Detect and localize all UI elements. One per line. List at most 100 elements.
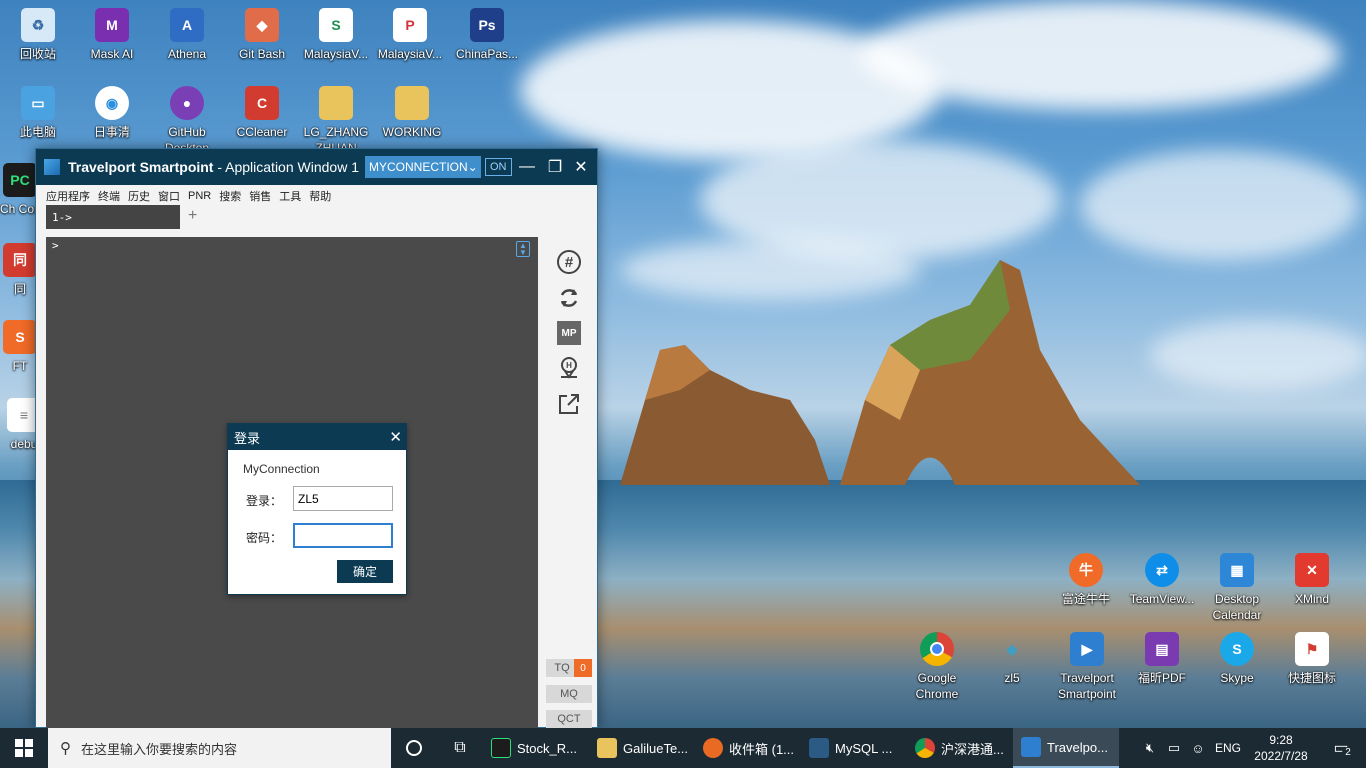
menu-item-pnr[interactable]: PNR (188, 190, 211, 202)
start-button[interactable] (0, 728, 48, 768)
shortcut-icon: ⚑ (1295, 632, 1329, 666)
foxit-icon: ▤ (1145, 632, 1179, 666)
task-view-button[interactable]: ⧉ (437, 728, 483, 768)
qq-icon[interactable]: ☺ (1186, 741, 1210, 756)
minimize-button[interactable]: — (513, 149, 541, 185)
thunderbird-icon (703, 738, 723, 758)
username-input[interactable]: ZL5 (293, 486, 393, 511)
external-link-icon[interactable] (556, 391, 582, 417)
pdf-file-icon: P (393, 8, 427, 42)
taskbar-search[interactable]: ⚲ 在这里输入你要搜索的内容 (48, 728, 391, 768)
menu-item-sales[interactable]: 销售 (249, 188, 271, 204)
window-title: Travelport Smartpoint - Application Wind… (68, 159, 359, 175)
folder-icon (319, 86, 353, 120)
confirm-button[interactable]: 确定 (337, 560, 393, 583)
tq-button[interactable]: TQ 0 (546, 659, 592, 677)
desktop-icon-rishiqing[interactable]: ◉ 日事清 (74, 86, 150, 140)
desktop-icon-xmind[interactable]: ✕ XMind (1274, 553, 1350, 607)
desktop-icon-skype[interactable]: S Skype (1199, 632, 1275, 686)
terminal-prompt: > (52, 239, 59, 252)
cortana-button[interactable] (391, 728, 437, 768)
language-indicator[interactable]: ENG (1210, 741, 1246, 755)
menu-bar: 应用程序 终端 历史 窗口 PNR 搜索 销售 工具 帮助 (36, 185, 597, 207)
mp-icon[interactable]: MP (557, 321, 581, 345)
desktop-icon-athena[interactable]: A Athena (149, 8, 225, 62)
notification-count: 2 (1342, 747, 1354, 759)
taskbar-app-folder[interactable]: GaliluеTe... (589, 728, 695, 768)
futu-icon: 牛 (1069, 553, 1103, 587)
tool-sidebar: # MP H (548, 249, 590, 427)
password-input[interactable] (293, 523, 393, 548)
minimize-icon: — (519, 158, 535, 175)
desktop-icon-this-pc[interactable]: ▭ 此电脑 (0, 86, 76, 140)
chrome-icon (920, 632, 954, 666)
search-icon: ⚲ (60, 740, 71, 757)
taskbar-app-mail[interactable]: 收件箱 (1... (695, 728, 801, 768)
desktop-icon-malaysia-excel[interactable]: S MalaysiaV... (298, 8, 374, 62)
desktop-icon-github-desktop[interactable]: ● GitHub Desktop (149, 86, 225, 156)
tq-count-badge: 0 (574, 659, 592, 677)
qct-button[interactable]: QCT (546, 710, 592, 728)
system-tray: 🔇︎ ▭ ☺ ENG 9:28 2022/7/28 ▭ 2 (1138, 728, 1366, 768)
desktop-icon-folder-working[interactable]: WORKING (374, 86, 450, 140)
mq-button[interactable]: MQ (546, 685, 592, 703)
login-dialog-title[interactable]: 登录 (228, 424, 406, 450)
menu-item-search[interactable]: 搜索 (219, 188, 241, 204)
close-icon: ✕ (574, 159, 588, 176)
desktop-icon-zl5[interactable]: ◈ zl5 (974, 632, 1050, 686)
cortana-icon (406, 740, 422, 756)
taskbar-app-stock[interactable]: Stock_R... (483, 728, 589, 768)
refresh-icon[interactable] (556, 285, 582, 311)
rock-arch (620, 260, 1140, 485)
git-bash-icon: ◆ (245, 8, 279, 42)
menu-item-help[interactable]: 帮助 (309, 188, 331, 204)
restore-button[interactable]: ❐ (541, 149, 569, 185)
taskbar-app-mysql[interactable]: MySQL ... (801, 728, 907, 768)
menu-item-applications[interactable]: 应用程序 (46, 188, 90, 204)
menu-item-window[interactable]: 窗口 (158, 188, 180, 204)
taskbar-app-chrome[interactable]: 沪深港通... (907, 728, 1013, 768)
connection-toggle[interactable]: ON (485, 158, 512, 176)
scroll-toggle-button[interactable]: ▲ ▼ (516, 241, 530, 257)
desktop-icon-recycle-bin[interactable]: ♻ 回收站 (0, 8, 76, 62)
athena-icon: A (170, 8, 204, 42)
desktop-icon-teamviewer[interactable]: ⇄ TeamView... (1124, 553, 1200, 607)
chevron-down-icon: ⌄ (467, 160, 478, 174)
desktop-icon-git-bash[interactable]: ◆ Git Bash (224, 8, 300, 62)
hashtag-icon[interactable]: # (556, 249, 582, 275)
restore-icon: ❐ (547, 159, 563, 176)
close-button[interactable]: ✕ (567, 149, 595, 185)
teamviewer-icon: ⇄ (1145, 553, 1179, 587)
clock[interactable]: 9:28 2022/7/28 (1246, 732, 1316, 764)
menu-item-history[interactable]: 历史 (128, 188, 150, 204)
tab-terminal-1[interactable]: 1-> (46, 205, 180, 229)
desktop-icon-foxit[interactable]: ▤ 福昕PDF (1124, 632, 1200, 686)
windows-icon (15, 739, 33, 757)
this-pc-icon: ▭ (21, 86, 55, 120)
desktop-icon-chinapass[interactable]: Ps ChinaPas... (449, 8, 525, 62)
desktop-icon-shortcut[interactable]: ⚑ 快捷图标 (1274, 632, 1350, 686)
travelport-logo-icon (44, 159, 60, 175)
photoshop-file-icon: Ps (470, 8, 504, 42)
connection-dropdown[interactable]: MYCONNECTION ⌄ (365, 156, 481, 178)
location-pin-icon[interactable]: H (556, 355, 582, 381)
desktop-icon-mask-ai[interactable]: M Mask AI (74, 8, 150, 62)
taskbar-app-travelport[interactable]: Travelpo... (1013, 728, 1119, 768)
volume-muted-icon[interactable]: 🔇︎ (1138, 740, 1162, 756)
notification-button[interactable]: ▭ 2 (1316, 728, 1366, 768)
login-close-button[interactable]: ✕ (389, 428, 402, 446)
recycle-bin-icon: ♻ (21, 8, 55, 42)
desktop-icon-travelport[interactable]: ▶ Travelport Smartpoint (1049, 632, 1125, 702)
desktop-icon-desktop-calendar[interactable]: ▦ Desktop Calendar (1199, 553, 1275, 623)
add-tab-button[interactable]: + (188, 207, 197, 229)
menu-item-tools[interactable]: 工具 (279, 188, 301, 204)
desktop-icon-ccleaner[interactable]: C CCleaner (224, 86, 300, 140)
terminal-tabs: 1-> + (36, 205, 597, 229)
desktop-icon-malaysia-pdf[interactable]: P MalaysiaV... (372, 8, 448, 62)
network-icon[interactable]: ▭ (1162, 740, 1186, 756)
desktop-icon-folder-lg[interactable]: LG_ZHANG ZHUAN (298, 86, 374, 156)
menu-item-terminal[interactable]: 终端 (98, 188, 120, 204)
desktop-icon-futu[interactable]: 牛 富途牛牛 (1048, 553, 1124, 607)
desktop-icon-chrome[interactable]: Google Chrome (899, 632, 975, 702)
title-bar[interactable]: Travelport Smartpoint - Application Wind… (36, 149, 597, 185)
